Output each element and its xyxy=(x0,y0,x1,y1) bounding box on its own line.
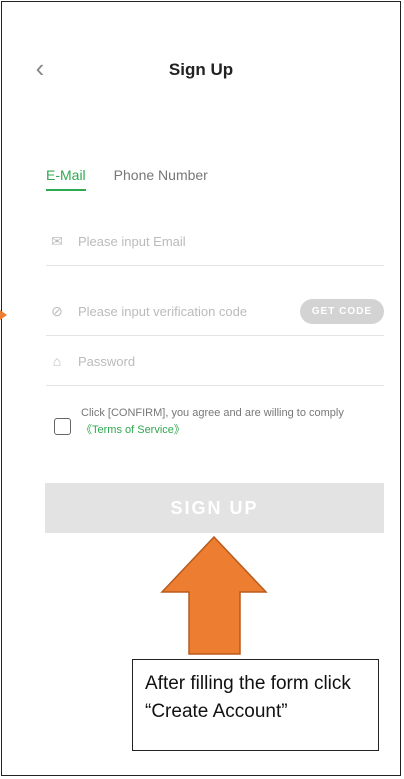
annotation-arrow-shape xyxy=(160,535,268,655)
phone-frame: ‹ Sign Up E-Mail Phone Number ✉ ⊘ GET CO… xyxy=(1,1,401,776)
annotation-callout: After filling the form click “Create Acc… xyxy=(132,659,379,751)
side-arrow-icon xyxy=(0,310,7,320)
